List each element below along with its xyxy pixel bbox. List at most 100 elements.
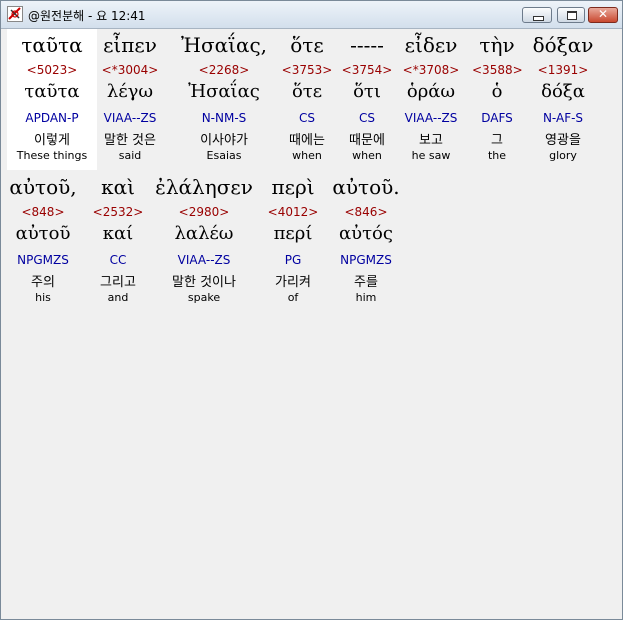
- greek-word: ὅτε: [290, 33, 324, 57]
- word-cell[interactable]: εἶδεν <*3708> ὁράω VIAA--ZS 보고 he saw: [399, 29, 463, 170]
- word-cell[interactable]: ἐλάλησεν <2980> λαλέω VIAA--ZS 말한 것이나 sp…: [153, 171, 255, 312]
- greek-word: αὐτοῦ.: [332, 175, 400, 199]
- strong-number[interactable]: <2980>: [153, 205, 255, 219]
- korean-gloss: 때에는: [289, 133, 325, 148]
- morphology-code: VIAA--ZS: [404, 111, 458, 125]
- english-gloss: he saw: [411, 149, 451, 162]
- english-gloss: his: [35, 291, 51, 304]
- word-cell[interactable]: εἶπεν <*3004> λέγω VIAA--ZS 말한 것은 said: [90, 29, 170, 170]
- word-cell[interactable]: ----- <3754> ὅτι CS 때문에 when: [339, 29, 395, 170]
- lemma: Ἠσαΐας: [188, 81, 260, 102]
- word-cell[interactable]: ὅτε <3753> ὅτε CS 때에는 when: [279, 29, 335, 170]
- lemma: αὐτοῦ: [15, 223, 71, 244]
- english-gloss: the: [487, 149, 507, 162]
- korean-gloss: 말한 것이나: [172, 275, 236, 290]
- english-gloss: and: [107, 291, 129, 304]
- greek-word: Ἠσαΐας,: [180, 33, 268, 57]
- strong-number[interactable]: <5023>: [7, 63, 97, 77]
- lemma: περί: [273, 223, 313, 244]
- greek-word: -----: [350, 33, 384, 57]
- korean-gloss: 가리켜: [275, 275, 311, 290]
- lemma: ὁ: [491, 81, 503, 102]
- english-gloss: glory: [549, 149, 577, 162]
- close-button[interactable]: ✕: [588, 7, 618, 23]
- greek-word: αὐτοῦ,: [9, 175, 77, 199]
- strong-number[interactable]: <2532>: [87, 205, 149, 219]
- word-cell[interactable]: δόξαν <1391> δόξα N-AF-S 영광을 glory: [529, 29, 597, 170]
- greek-word: ἐλάλησεν: [155, 175, 253, 199]
- korean-gloss: 말한 것은: [104, 133, 156, 148]
- greek-word: εἶπεν: [103, 33, 157, 57]
- greek-word: περὶ: [271, 175, 315, 199]
- lemma: καί: [102, 223, 134, 244]
- strong-number[interactable]: <848>: [7, 205, 79, 219]
- strong-number[interactable]: <1391>: [529, 63, 597, 77]
- morphology-code: DAFS: [481, 111, 513, 125]
- morphology-code: NPGMZS: [340, 253, 392, 267]
- word-cell[interactable]: Ἠσαΐας, <2268> Ἠσαΐας N-NM-S 이사야가 Esaias: [177, 29, 271, 170]
- minimize-icon: [533, 16, 544, 21]
- word-cell[interactable]: περὶ <4012> περί PG 가리켜 of: [263, 171, 323, 312]
- greek-word: δόξαν: [532, 33, 594, 57]
- korean-gloss: 이렇게: [34, 133, 70, 148]
- strong-number[interactable]: <846>: [327, 205, 405, 219]
- morphology-code: CC: [109, 253, 127, 267]
- maximize-button[interactable]: [557, 7, 585, 23]
- strong-number[interactable]: <*3708>: [399, 63, 463, 77]
- korean-gloss: 주의: [31, 275, 55, 290]
- interlinear-panel: ταῦτα <5023> ταῦτα APDAN-P 이렇게 These thi…: [7, 29, 618, 612]
- minimize-button[interactable]: [522, 7, 552, 23]
- korean-gloss: 영광을: [545, 133, 581, 148]
- korean-gloss: 그리고: [100, 275, 136, 290]
- korean-gloss: 그: [491, 133, 503, 148]
- morphology-code: NPGMZS: [17, 253, 69, 267]
- word-cell[interactable]: αὐτοῦ, <848> αὐτοῦ NPGMZS 주의 his: [7, 171, 79, 312]
- maximize-icon: [567, 11, 577, 20]
- greek-word: τὴν: [479, 33, 515, 57]
- strong-number[interactable]: <3754>: [339, 63, 395, 77]
- strong-number[interactable]: <*3004>: [90, 63, 170, 77]
- lemma: λαλέω: [174, 223, 234, 244]
- korean-gloss: 보고: [419, 133, 443, 148]
- korean-gloss: 이사야가: [200, 133, 248, 148]
- greek-word: καὶ: [101, 175, 135, 199]
- english-gloss: spake: [187, 291, 221, 304]
- morphology-code: CS: [299, 111, 315, 125]
- morphology-code: APDAN-P: [25, 111, 79, 125]
- strong-number[interactable]: <4012>: [263, 205, 323, 219]
- morphology-code: VIAA--ZS: [103, 111, 157, 125]
- english-gloss: said: [118, 149, 142, 162]
- english-gloss: him: [355, 291, 377, 304]
- word-cell[interactable]: αὐτοῦ. <846> αὐτός NPGMZS 주를 him: [327, 171, 405, 312]
- app-logo-icon: [7, 6, 23, 22]
- morphology-code: VIAA--ZS: [177, 253, 231, 267]
- english-gloss: Esaias: [206, 149, 242, 162]
- word-cell[interactable]: τὴν <3588> ὁ DAFS 그 the: [472, 29, 523, 170]
- morphology-code: CS: [359, 111, 375, 125]
- english-gloss: when: [292, 149, 322, 162]
- word-cell[interactable]: ταῦτα <5023> ταῦτα APDAN-P 이렇게 These thi…: [7, 29, 97, 170]
- korean-gloss: 주를: [354, 275, 378, 290]
- strong-number[interactable]: <2268>: [177, 63, 271, 77]
- lemma: ταῦτα: [24, 81, 80, 102]
- lemma: λέγω: [106, 81, 154, 102]
- title-bar[interactable]: @원전분해 - 요 12:41 ✕: [1, 1, 622, 29]
- english-gloss: when: [352, 149, 382, 162]
- english-gloss: These things: [16, 149, 88, 162]
- korean-gloss: 때문에: [349, 133, 385, 148]
- english-gloss: of: [287, 291, 299, 304]
- lemma: δόξα: [541, 81, 585, 102]
- word-cell[interactable]: καὶ <2532> καί CC 그리고 and: [87, 171, 149, 312]
- lemma: ὁράω: [406, 81, 456, 102]
- strong-number[interactable]: <3588>: [472, 63, 523, 77]
- greek-word: ταῦτα: [21, 33, 83, 57]
- morphology-code: N-NM-S: [201, 111, 247, 125]
- strong-number[interactable]: <3753>: [279, 63, 335, 77]
- lemma: αὐτός: [339, 223, 393, 244]
- close-icon: ✕: [597, 7, 609, 21]
- window-title: @원전분해 - 요 12:41: [28, 9, 146, 23]
- lemma: ὅτε: [291, 81, 323, 102]
- app-window: @원전분해 - 요 12:41 ✕ ταῦτα <5023> ταῦτα APD…: [0, 0, 623, 620]
- morphology-code: N-AF-S: [542, 111, 584, 125]
- lemma: ὅτι: [353, 81, 381, 102]
